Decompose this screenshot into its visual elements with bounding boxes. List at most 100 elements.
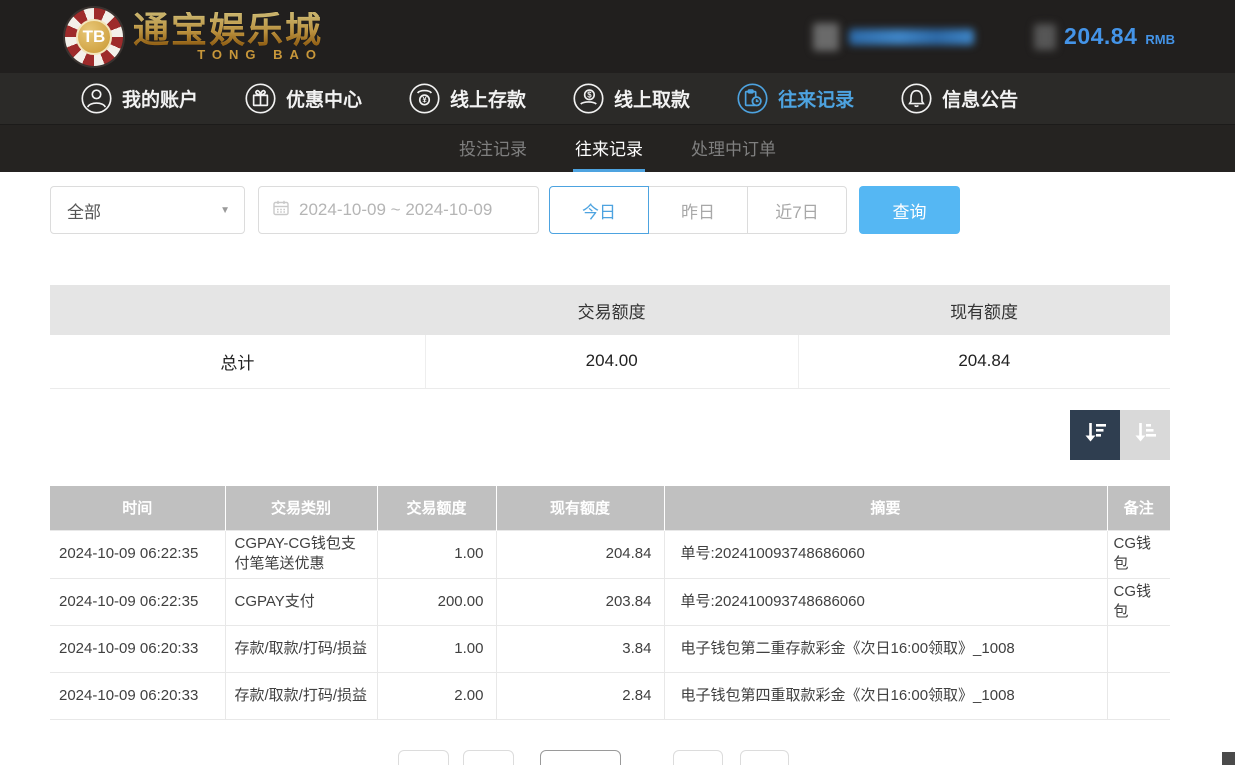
chevron-down-icon: ▼ — [220, 205, 230, 216]
col-type: 交易类别 — [225, 486, 377, 531]
cell-transaction-amount: 1.00 — [377, 626, 496, 673]
tab-transaction-records[interactable]: 往来记录 — [573, 125, 645, 172]
nav-item-my-account[interactable]: 我的账户 — [80, 82, 198, 115]
cell-summary: 单号:202410093748686060 — [664, 531, 1107, 579]
top-header: TB 通宝娱乐城 TONG BAO 204.84 RMB — [0, 0, 1235, 73]
summary-header-row: 交易额度 现有额度 — [50, 285, 1170, 335]
cell-time: 2024-10-09 06:20:33 — [50, 673, 225, 720]
col-note: 备注 — [1107, 486, 1170, 531]
cell-type: 存款/取款/打码/损益 — [225, 673, 377, 720]
svg-text:¥: ¥ — [422, 96, 427, 105]
search-button[interactable]: 查询 — [859, 186, 960, 234]
summary-current-amount: 204.84 — [798, 335, 1170, 388]
svg-text:$: $ — [587, 91, 592, 100]
date-range-value: 2024-10-09 ~ 2024-10-09 — [299, 200, 492, 220]
table-row: 2024-10-09 06:22:35 CGPAY-CG钱包支付笔笔送优惠 1.… — [50, 531, 1170, 579]
wallet-balance[interactable]: 204.84 RMB — [1034, 23, 1175, 50]
range-last7days-button[interactable]: 近7日 — [747, 186, 847, 234]
site-subtitle: TONG BAO — [197, 47, 323, 62]
cell-current-amount: 204.84 — [496, 531, 664, 579]
summary-transaction-amount: 204.00 — [425, 335, 798, 388]
pagination — [0, 750, 1235, 765]
bell-icon — [900, 82, 933, 115]
balance-currency: RMB — [1145, 32, 1175, 47]
table-row: 2024-10-09 06:20:33 存款/取款/打码/损益 1.00 3.8… — [50, 626, 1170, 673]
cell-transaction-amount: 1.00 — [377, 531, 496, 579]
summary-total-row: 总计 204.00 204.84 — [50, 335, 1170, 388]
sort-descending-button[interactable] — [1070, 410, 1120, 460]
pagination-last-button[interactable] — [740, 750, 789, 765]
cell-type: 存款/取款/打码/损益 — [225, 626, 377, 673]
cell-note: CG钱包 — [1107, 578, 1170, 626]
corner-widget[interactable] — [1222, 752, 1235, 765]
pagination-page-select[interactable] — [540, 750, 621, 765]
cell-time: 2024-10-09 06:22:35 — [50, 531, 225, 579]
records-header-row: 时间 交易类别 交易额度 现有额度 摘要 备注 — [50, 486, 1170, 531]
cell-type: CGPAY支付 — [225, 578, 377, 626]
chip-monogram: TB — [76, 19, 112, 55]
deposit-icon: ¥ — [408, 82, 441, 115]
col-transaction-amount: 交易额度 — [377, 486, 496, 531]
nav-item-promotions[interactable]: 优惠中心 — [244, 82, 362, 115]
filter-row: 全部 ▼ 2024-10-09 ~ 2024-10-09 今日 昨日 近7日 查… — [50, 186, 1235, 234]
sort-descending-icon — [1081, 418, 1109, 451]
tab-betting-records[interactable]: 投注记录 — [457, 125, 529, 172]
range-yesterday-button[interactable]: 昨日 — [648, 186, 748, 234]
site-logo[interactable]: TB 通宝娱乐城 TONG BAO — [65, 8, 323, 66]
withdraw-icon: $ — [572, 82, 605, 115]
nav-label: 往来记录 — [778, 85, 854, 112]
nav-label: 线上存款 — [450, 85, 526, 112]
type-select-value: 全部 — [67, 198, 101, 223]
pagination-next-button[interactable] — [673, 750, 723, 765]
tab-processing-orders[interactable]: 处理中订单 — [689, 125, 778, 172]
col-current-amount: 现有额度 — [496, 486, 664, 531]
nav-item-online-deposit[interactable]: ¥ 线上存款 — [408, 82, 526, 115]
nav-label: 优惠中心 — [286, 85, 362, 112]
poker-chip-icon: TB — [65, 8, 123, 66]
cell-time: 2024-10-09 06:22:35 — [50, 578, 225, 626]
cell-current-amount: 3.84 — [496, 626, 664, 673]
main-nav: 我的账户 优惠中心 ¥ — [0, 73, 1235, 125]
cell-summary: 电子钱包第二重存款彩金《次日16:00领取》_1008 — [664, 626, 1107, 673]
username-blurred — [849, 29, 974, 45]
cell-note: CG钱包 — [1107, 531, 1170, 579]
nav-item-transaction-records[interactable]: 往来记录 — [736, 82, 854, 115]
wallet-icon — [1034, 24, 1056, 50]
cell-transaction-amount: 200.00 — [377, 578, 496, 626]
quick-range-group: 今日 昨日 近7日 — [549, 186, 847, 234]
cell-time: 2024-10-09 06:20:33 — [50, 626, 225, 673]
balance-amount: 204.84 — [1064, 23, 1137, 50]
records-icon — [736, 82, 769, 115]
record-subnav: 投注记录 往来记录 处理中订单 — [0, 125, 1235, 172]
cell-summary: 单号:202410093748686060 — [664, 578, 1107, 626]
table-row: 2024-10-09 06:20:33 存款/取款/打码/损益 2.00 2.8… — [50, 673, 1170, 720]
sort-ascending-button[interactable] — [1120, 410, 1170, 460]
nav-item-online-withdrawal[interactable]: $ 线上取款 — [572, 82, 690, 115]
nav-label: 我的账户 — [122, 85, 198, 112]
summary-header-blank — [50, 285, 425, 335]
nav-label: 信息公告 — [942, 85, 1018, 112]
nav-item-announcements[interactable]: 信息公告 — [900, 82, 1018, 115]
table-row: 2024-10-09 06:22:35 CGPAY支付 200.00 203.8… — [50, 578, 1170, 626]
cell-note — [1107, 626, 1170, 673]
pagination-first-button[interactable] — [398, 750, 449, 765]
pagination-prev-button[interactable] — [463, 750, 514, 765]
summary-table: 交易额度 现有额度 总计 204.00 204.84 — [50, 285, 1170, 389]
page: TB 通宝娱乐城 TONG BAO 204.84 RMB — [0, 0, 1235, 765]
cell-note — [1107, 673, 1170, 720]
cell-transaction-amount: 2.00 — [377, 673, 496, 720]
summary-header-current-amount: 现有额度 — [798, 285, 1170, 335]
cell-summary: 电子钱包第四重取款彩金《次日16:00领取》_1008 — [664, 673, 1107, 720]
gift-icon — [244, 82, 277, 115]
summary-total-label: 总计 — [50, 335, 425, 388]
range-today-button[interactable]: 今日 — [549, 186, 649, 234]
sort-ascending-icon — [1131, 418, 1159, 451]
username-redacted[interactable] — [813, 23, 974, 51]
type-select[interactable]: 全部 ▼ — [50, 186, 245, 234]
cell-type: CGPAY-CG钱包支付笔笔送优惠 — [225, 531, 377, 579]
sort-controls — [50, 410, 1170, 460]
records-table: 时间 交易类别 交易额度 现有额度 摘要 备注 2024-10-09 06:22… — [50, 486, 1170, 721]
date-range-input[interactable]: 2024-10-09 ~ 2024-10-09 — [258, 186, 539, 234]
nav-label: 线上取款 — [614, 85, 690, 112]
summary-header-transaction-amount: 交易额度 — [425, 285, 798, 335]
